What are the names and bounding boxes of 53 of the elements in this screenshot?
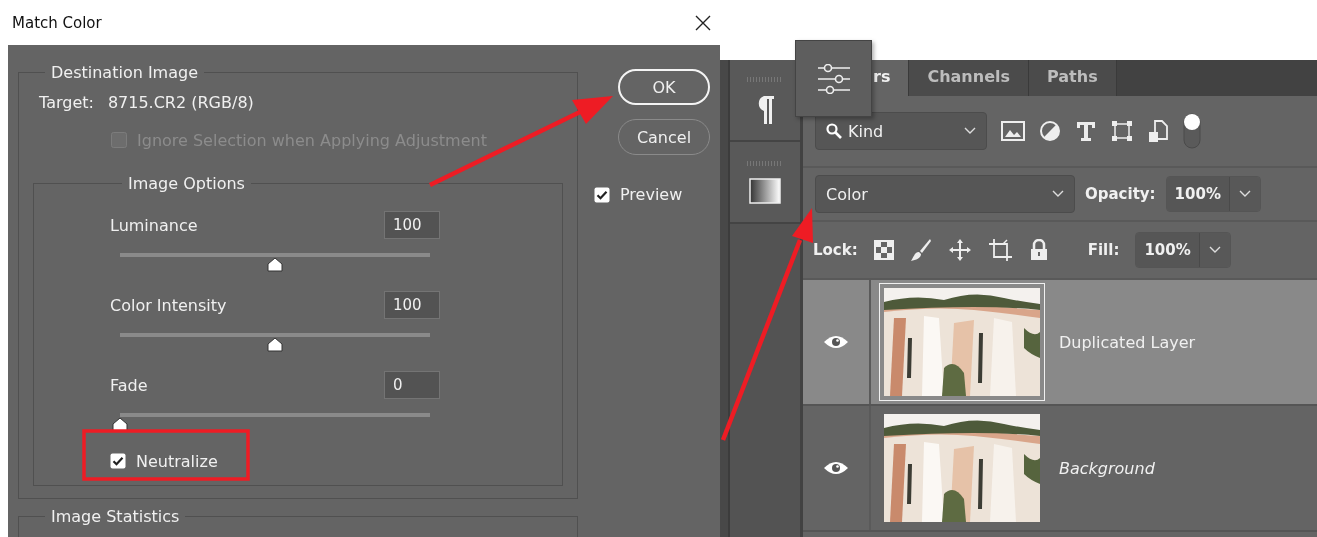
- filter-dropdown[interactable]: Kind: [815, 112, 987, 150]
- checkbox[interactable]: [594, 186, 610, 203]
- group-title: Image Statistics: [50, 507, 181, 526]
- type-icon[interactable]: [1075, 120, 1097, 142]
- lock-label: Lock:: [813, 241, 858, 259]
- slider-label: Luminance: [110, 215, 198, 235]
- chevron-icon: [1208, 246, 1221, 254]
- crop-icon[interactable]: [987, 238, 1014, 262]
- group-title: Image Options: [127, 174, 246, 193]
- checkerboard-icon[interactable]: [873, 240, 894, 260]
- group-title: Destination Image: [50, 63, 199, 82]
- gradient-icon[interactable]: [749, 177, 781, 204]
- checkbox[interactable]: [110, 453, 126, 469]
- slider-label: Color Intensity: [110, 295, 227, 315]
- dialog-button[interactable]: Cancel: [618, 119, 710, 155]
- opacity-label: Opacity:: [1085, 185, 1156, 203]
- checkbox-label: Neutralize: [136, 451, 218, 471]
- slider-thumb[interactable]: [112, 418, 128, 432]
- panel-tab[interactable]: Channels: [909, 60, 1029, 96]
- checkbox-label: Preview: [620, 185, 683, 204]
- sliders-icon: [816, 63, 851, 94]
- chevron-icon: [964, 127, 976, 135]
- chevron-icon: [1052, 190, 1064, 198]
- toggle-icon[interactable]: [1183, 113, 1201, 149]
- value-field[interactable]: 0: [384, 371, 440, 399]
- value-field[interactable]: 100: [384, 211, 440, 239]
- search-icon: [826, 123, 842, 139]
- blend-mode-dropdown[interactable]: Color: [815, 175, 1075, 213]
- transform-icon[interactable]: [1111, 120, 1133, 142]
- lock-icon[interactable]: [1029, 239, 1048, 261]
- layer-name: Duplicated Layer: [1059, 332, 1196, 352]
- opacity-field[interactable]: 100%: [1165, 176, 1261, 212]
- eye-icon[interactable]: [823, 460, 849, 476]
- eye-icon[interactable]: [823, 334, 849, 350]
- dialog-button[interactable]: OK: [618, 69, 710, 105]
- fill-field[interactable]: 100%: [1135, 232, 1231, 268]
- document-icon[interactable]: [1147, 119, 1169, 143]
- target-label: Target:: [39, 92, 94, 112]
- value-field[interactable]: 100: [384, 291, 440, 319]
- move-icon[interactable]: [947, 238, 972, 262]
- layer-row[interactable]: Background: [803, 406, 1317, 532]
- image-icon[interactable]: [1001, 121, 1025, 141]
- dialog-title: Match Color: [12, 13, 102, 32]
- target-value: 8715.CR2 (RGB/8): [107, 92, 254, 112]
- fill-label: Fill:: [1087, 241, 1120, 259]
- panel-tab[interactable]: Paths: [1029, 60, 1117, 96]
- adjustments-popup[interactable]: [795, 40, 872, 117]
- half-circle-icon[interactable]: [1039, 120, 1061, 142]
- brush-icon[interactable]: [909, 238, 932, 262]
- slider-label: Fade: [110, 375, 148, 395]
- close-icon[interactable]: [694, 13, 712, 32]
- layer-name: Background: [1059, 458, 1155, 478]
- chevron-icon: [1238, 190, 1251, 198]
